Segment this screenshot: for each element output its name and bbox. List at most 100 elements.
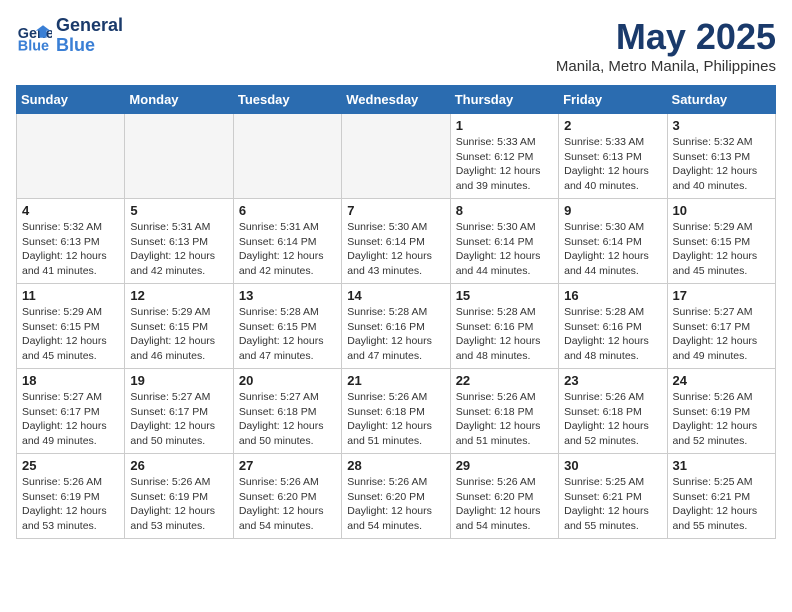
- day-cell: 29 Sunrise: 5:26 AMSunset: 6:20 PMDayligh…: [450, 454, 558, 539]
- day-cell: 26Sunrise: 5:26 AMSunset: 6:19 PMDayligh…: [125, 454, 233, 539]
- day-cell: 6 Sunrise: 5:31 AMSunset: 6:14 PMDaylight…: [233, 199, 341, 284]
- day-cell: 21 Sunrise: 5:26 AMSunset: 6:18 PMDayligh…: [342, 369, 450, 454]
- day-info: Sunrise: 5:30 AMSunset: 6:14 PMDaylight:…: [456, 220, 553, 279]
- day-info: Sunrise: 5:27 AMSunset: 6:17 PMDaylight:…: [130, 390, 227, 449]
- day-number: 14: [347, 288, 444, 303]
- week-row-2: 11Sunrise: 5:29 AMSunset: 6:15 PMDayligh…: [17, 284, 776, 369]
- day-cell: 1 Sunrise: 5:33 AMSunset: 6:12 PMDaylight…: [450, 114, 558, 199]
- day-cell: 11Sunrise: 5:29 AMSunset: 6:15 PMDayligh…: [17, 284, 125, 369]
- day-number: 1: [456, 118, 553, 133]
- day-number: 30: [564, 458, 661, 473]
- logo: General Blue General Blue: [16, 16, 123, 56]
- day-number: 10: [673, 203, 770, 218]
- col-tuesday: Tuesday: [233, 86, 341, 114]
- day-cell: 18 Sunrise: 5:27 AMSunset: 6:17 PMDayligh…: [17, 369, 125, 454]
- day-info: Sunrise: 5:28 AMSunset: 6:16 PMDaylight:…: [347, 305, 444, 364]
- day-info: Sunrise: 5:33 AMSunset: 6:12 PMDaylight:…: [456, 135, 553, 194]
- day-cell: 12Sunrise: 5:29 AMSunset: 6:15 PMDayligh…: [125, 284, 233, 369]
- day-cell: 27 Sunrise: 5:26 AMSunset: 6:20 PMDayligh…: [233, 454, 341, 539]
- day-cell: 8 Sunrise: 5:30 AMSunset: 6:14 PMDaylight…: [450, 199, 558, 284]
- svg-text:Blue: Blue: [18, 38, 49, 54]
- day-info: Sunrise: 5:29 AMSunset: 6:15 PMDaylight:…: [673, 220, 770, 279]
- day-cell: 19 Sunrise: 5:27 AMSunset: 6:17 PMDayligh…: [125, 369, 233, 454]
- title-block: May 2025 Manila, Metro Manila, Philippin…: [556, 16, 776, 75]
- day-number: 8: [456, 203, 553, 218]
- day-number: 18: [22, 373, 119, 388]
- day-info: Sunrise: 5:26 AMSunset: 6:19 PMDaylight:…: [22, 475, 119, 534]
- day-info: Sunrise: 5:26 AMSunset: 6:18 PMDaylight:…: [564, 390, 661, 449]
- day-number: 19: [130, 373, 227, 388]
- day-cell: 13Sunrise: 5:28 AMSunset: 6:15 PMDayligh…: [233, 284, 341, 369]
- day-cell: 5 Sunrise: 5:31 AMSunset: 6:13 PMDaylight…: [125, 199, 233, 284]
- day-number: 31: [673, 458, 770, 473]
- day-number: 27: [239, 458, 336, 473]
- day-cell: 7 Sunrise: 5:30 AMSunset: 6:14 PMDaylight…: [342, 199, 450, 284]
- day-info: Sunrise: 5:31 AMSunset: 6:14 PMDaylight:…: [239, 220, 336, 279]
- day-number: 23: [564, 373, 661, 388]
- day-info: Sunrise: 5:27 AMSunset: 6:17 PMDaylight:…: [22, 390, 119, 449]
- day-number: 15: [456, 288, 553, 303]
- day-info: Sunrise: 5:25 AMSunset: 6:21 PMDaylight:…: [564, 475, 661, 534]
- day-number: 13: [239, 288, 336, 303]
- day-cell: 31 Sunrise: 5:25 AMSunset: 6:21 PMDayligh…: [667, 454, 775, 539]
- day-info: Sunrise: 5:30 AMSunset: 6:14 PMDaylight:…: [564, 220, 661, 279]
- day-info: Sunrise: 5:26 AMSunset: 6:18 PMDaylight:…: [347, 390, 444, 449]
- logo-general: General: [56, 16, 123, 36]
- day-number: 3: [673, 118, 770, 133]
- day-info: Sunrise: 5:31 AMSunset: 6:13 PMDaylight:…: [130, 220, 227, 279]
- day-cell: [233, 114, 341, 199]
- day-info: Sunrise: 5:27 AMSunset: 6:18 PMDaylight:…: [239, 390, 336, 449]
- day-cell: 10 Sunrise: 5:29 AMSunset: 6:15 PMDayligh…: [667, 199, 775, 284]
- day-info: Sunrise: 5:25 AMSunset: 6:21 PMDaylight:…: [673, 475, 770, 534]
- day-number: 16: [564, 288, 661, 303]
- day-number: 17: [673, 288, 770, 303]
- day-number: 4: [22, 203, 119, 218]
- week-row-4: 25Sunrise: 5:26 AMSunset: 6:19 PMDayligh…: [17, 454, 776, 539]
- day-cell: 15 Sunrise: 5:28 AMSunset: 6:16 PMDayligh…: [450, 284, 558, 369]
- day-number: 2: [564, 118, 661, 133]
- day-cell: 25Sunrise: 5:26 AMSunset: 6:19 PMDayligh…: [17, 454, 125, 539]
- day-info: Sunrise: 5:28 AMSunset: 6:16 PMDaylight:…: [564, 305, 661, 364]
- day-cell: 9 Sunrise: 5:30 AMSunset: 6:14 PMDaylight…: [559, 199, 667, 284]
- month-title: May 2025: [556, 16, 776, 58]
- day-cell: 4 Sunrise: 5:32 AMSunset: 6:13 PMDaylight…: [17, 199, 125, 284]
- location: Manila, Metro Manila, Philippines: [556, 58, 776, 75]
- day-info: Sunrise: 5:26 AMSunset: 6:20 PMDaylight:…: [239, 475, 336, 534]
- day-cell: 2 Sunrise: 5:33 AMSunset: 6:13 PMDaylight…: [559, 114, 667, 199]
- day-cell: 16 Sunrise: 5:28 AMSunset: 6:16 PMDayligh…: [559, 284, 667, 369]
- day-cell: 17 Sunrise: 5:27 AMSunset: 6:17 PMDayligh…: [667, 284, 775, 369]
- calendar-table: Sunday Monday Tuesday Wednesday Thursday…: [16, 85, 776, 539]
- day-info: Sunrise: 5:29 AMSunset: 6:15 PMDaylight:…: [130, 305, 227, 364]
- header-row: Sunday Monday Tuesday Wednesday Thursday…: [17, 86, 776, 114]
- day-number: 5: [130, 203, 227, 218]
- day-number: 7: [347, 203, 444, 218]
- day-cell: [125, 114, 233, 199]
- day-info: Sunrise: 5:29 AMSunset: 6:15 PMDaylight:…: [22, 305, 119, 364]
- day-number: 29: [456, 458, 553, 473]
- day-info: Sunrise: 5:33 AMSunset: 6:13 PMDaylight:…: [564, 135, 661, 194]
- day-cell: [342, 114, 450, 199]
- day-cell: 28 Sunrise: 5:26 AMSunset: 6:20 PMDayligh…: [342, 454, 450, 539]
- day-number: 21: [347, 373, 444, 388]
- day-number: 24: [673, 373, 770, 388]
- day-number: 9: [564, 203, 661, 218]
- day-number: 28: [347, 458, 444, 473]
- day-cell: 22Sunrise: 5:26 AMSunset: 6:18 PMDayligh…: [450, 369, 558, 454]
- day-info: Sunrise: 5:28 AMSunset: 6:16 PMDaylight:…: [456, 305, 553, 364]
- day-info: Sunrise: 5:32 AMSunset: 6:13 PMDaylight:…: [22, 220, 119, 279]
- col-monday: Monday: [125, 86, 233, 114]
- day-info: Sunrise: 5:27 AMSunset: 6:17 PMDaylight:…: [673, 305, 770, 364]
- day-cell: 20Sunrise: 5:27 AMSunset: 6:18 PMDayligh…: [233, 369, 341, 454]
- day-info: Sunrise: 5:26 AMSunset: 6:20 PMDaylight:…: [347, 475, 444, 534]
- day-info: Sunrise: 5:30 AMSunset: 6:14 PMDaylight:…: [347, 220, 444, 279]
- week-row-1: 4 Sunrise: 5:32 AMSunset: 6:13 PMDaylight…: [17, 199, 776, 284]
- day-info: Sunrise: 5:26 AMSunset: 6:19 PMDaylight:…: [673, 390, 770, 449]
- day-cell: 23 Sunrise: 5:26 AMSunset: 6:18 PMDayligh…: [559, 369, 667, 454]
- day-cell: 30 Sunrise: 5:25 AMSunset: 6:21 PMDayligh…: [559, 454, 667, 539]
- day-cell: 24 Sunrise: 5:26 AMSunset: 6:19 PMDayligh…: [667, 369, 775, 454]
- day-info: Sunrise: 5:26 AMSunset: 6:20 PMDaylight:…: [456, 475, 553, 534]
- day-cell: 14 Sunrise: 5:28 AMSunset: 6:16 PMDayligh…: [342, 284, 450, 369]
- col-wednesday: Wednesday: [342, 86, 450, 114]
- day-number: 6: [239, 203, 336, 218]
- col-sunday: Sunday: [17, 86, 125, 114]
